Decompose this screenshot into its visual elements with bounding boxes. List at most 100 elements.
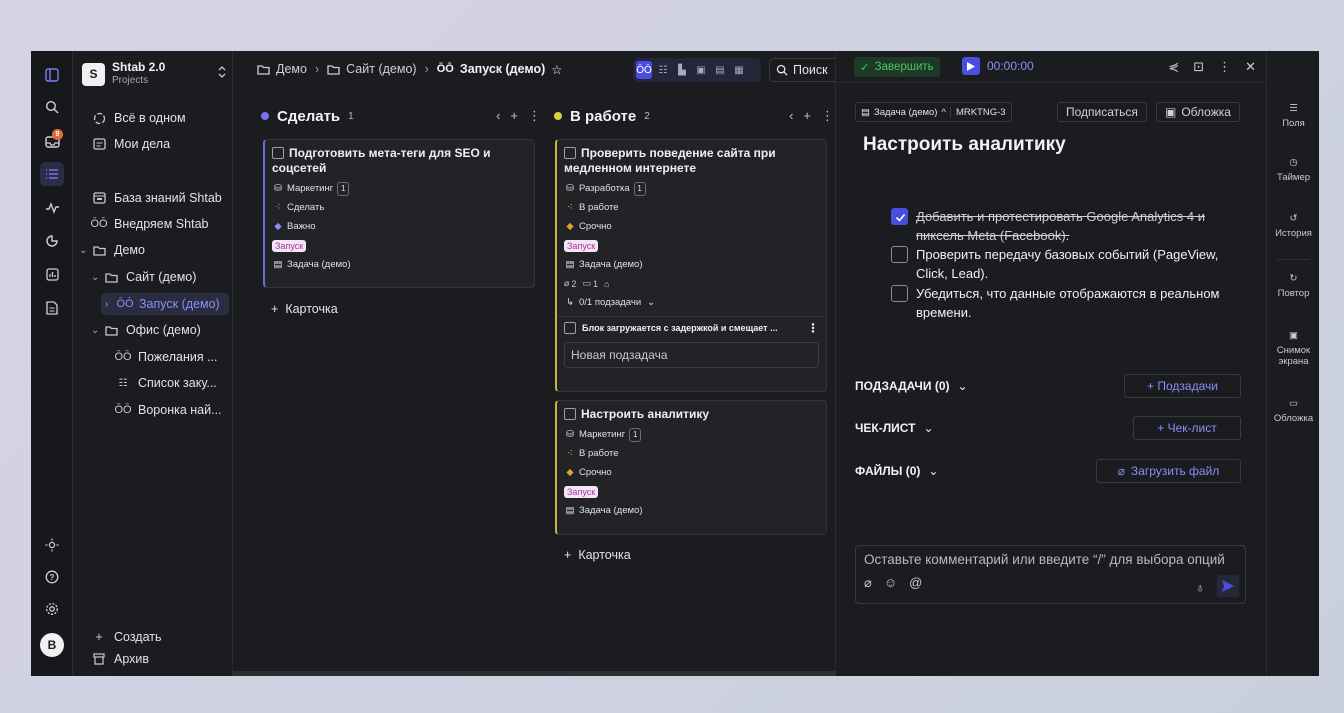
task-card[interactable]: Настроить аналитику ⛁ Маркетинг 1 ⁖ В работ… xyxy=(555,400,827,535)
calendar-view-icon[interactable]: ▣ xyxy=(693,61,709,79)
activity-icon[interactable] xyxy=(40,196,64,220)
checkbox[interactable] xyxy=(564,147,576,159)
star-icon[interactable]: ☆ xyxy=(551,62,562,77)
play-button[interactable] xyxy=(962,57,980,75)
add-subtask-button[interactable]: + Подзадачи xyxy=(1124,374,1241,398)
breadcrumb-current[interactable]: ŌŌ Запуск (демо) ☆ xyxy=(437,62,563,77)
add-card-button[interactable]: + Карточка xyxy=(271,302,338,316)
microphone-icon[interactable]: ♁ xyxy=(1195,580,1205,595)
horizontal-scrollbar[interactable] xyxy=(233,671,836,676)
more-icon[interactable]: ⋮ xyxy=(821,108,834,124)
checklist-item[interactable]: Убедиться, что данные отображаются в реа… xyxy=(891,284,1221,322)
complete-button[interactable]: ✓ Завершить xyxy=(854,57,940,77)
task-card[interactable]: Подготовить мета-теги для SEO и соцсетей… xyxy=(263,139,535,288)
history-button[interactable]: ↺ История xyxy=(1267,213,1319,239)
list-view-icon[interactable]: ☷ xyxy=(655,61,671,79)
tasks-icon[interactable] xyxy=(40,162,64,186)
share-icon[interactable]: ⋞ xyxy=(1168,59,1179,75)
repeat-button[interactable]: ↻ Повтор xyxy=(1267,273,1319,299)
send-button[interactable] xyxy=(1217,575,1239,597)
sidebar-item-purchases[interactable]: ☷ Список заку... xyxy=(115,372,217,394)
table-view-icon[interactable]: ▤ xyxy=(712,61,728,79)
help-icon[interactable]: ? xyxy=(40,565,64,589)
sidebar-item-demo[interactable]: ⌄ Демо xyxy=(79,239,145,261)
sidebar-item-wishes[interactable]: ŌŌ Пожелания ... xyxy=(114,346,217,368)
inbox-badge: 9 xyxy=(52,129,63,140)
workspace-switcher[interactable]: S Shtab 2.0 Projects xyxy=(82,59,226,89)
checkbox[interactable] xyxy=(564,408,576,420)
add-icon[interactable]: + xyxy=(510,108,518,124)
cover-tool-button[interactable]: ▭ Обложка xyxy=(1267,398,1319,424)
files-header[interactable]: ФАЙЛЫ (0) ⌄ xyxy=(855,464,938,478)
checklist-item[interactable]: Добавить и протестировать Google Analyti… xyxy=(891,207,1221,245)
add-card-label: Карточка xyxy=(578,548,631,562)
timer-button[interactable]: ◷ Таймер xyxy=(1267,157,1319,183)
archive-button[interactable]: Архив xyxy=(91,648,149,670)
more-icon[interactable]: ⋮ xyxy=(1218,59,1231,75)
attachment-icon[interactable]: ⌀ xyxy=(864,575,872,591)
list-icon: ☷ xyxy=(118,377,128,389)
card-type: Задача (демо) xyxy=(579,505,643,516)
kanban-view-icon[interactable]: ŌŌ xyxy=(636,61,652,79)
collapse-icon[interactable]: ‹ xyxy=(789,108,793,124)
document-icon[interactable] xyxy=(40,296,64,320)
subtasks-header[interactable]: ПОДЗАДАЧИ (0) ⌄ xyxy=(855,379,968,393)
settings-icon[interactable] xyxy=(40,597,64,621)
sidebar-item-kb[interactable]: База знаний Shtab xyxy=(91,187,222,209)
more-icon[interactable]: ⋮ xyxy=(528,108,541,124)
emoji-icon[interactable]: ☺ xyxy=(884,575,897,591)
card-type: Задача (демо) xyxy=(579,259,643,270)
sidebar-item-all[interactable]: Всё в одном xyxy=(91,107,186,129)
add-checklist-button[interactable]: + Чек-лист xyxy=(1133,416,1241,440)
mention-icon[interactable]: @ xyxy=(909,575,922,591)
sidebar-item-impl[interactable]: ŌŌ Внедряем Shtab xyxy=(90,213,208,235)
add-card-button[interactable]: + Карточка xyxy=(564,548,631,562)
close-icon[interactable]: ✕ xyxy=(1245,59,1256,75)
comment-input[interactable]: Оставьте комментарий или введите “/” для… xyxy=(855,545,1246,604)
priority-icon: ◆ xyxy=(274,221,282,232)
task-title[interactable]: Настроить аналитику xyxy=(863,134,1066,156)
cover-icon: ▭ xyxy=(1289,398,1298,409)
add-icon[interactable]: + xyxy=(803,108,811,124)
breadcrumb-item[interactable]: Демо xyxy=(257,62,307,76)
card-title: Проверить поведение сайта при медленном … xyxy=(564,146,776,175)
sidebar-item-launch[interactable]: › ŌŌ Запуск (демо) xyxy=(101,293,229,315)
checkbox[interactable] xyxy=(891,285,908,302)
subscribe-button[interactable]: Подписаться xyxy=(1057,102,1147,122)
sidebar-item-funnel[interactable]: ŌŌ Воронка най... xyxy=(114,399,221,421)
subtask-row[interactable]: Блок загружается с задержкой и смещает .… xyxy=(557,316,826,338)
gantt-view-icon[interactable]: ▙ xyxy=(674,61,690,79)
chart-icon[interactable] xyxy=(40,229,64,253)
collapse-icon[interactable]: ‹ xyxy=(496,108,500,124)
screenshot-button[interactable]: ▣ Снимок экрана xyxy=(1267,330,1319,367)
panel-toggle-icon[interactable] xyxy=(40,63,64,87)
checklist-header[interactable]: ЧЕК-ЛИСТ ⌄ xyxy=(855,421,934,435)
column-title: Сделать xyxy=(277,107,341,125)
sidebar-item-my[interactable]: Мои дела xyxy=(91,133,170,155)
breadcrumb-item[interactable]: Сайт (демо) xyxy=(327,62,417,76)
checklist-item[interactable]: Проверить передачу базовых событий (Page… xyxy=(891,245,1221,283)
task-type-chip[interactable]: ▤ Задача (демо) ^ MRKTNG-3 xyxy=(855,102,1012,122)
user-avatar[interactable]: B xyxy=(40,633,64,657)
task-card[interactable]: Проверить поведение сайта при медленном … xyxy=(555,139,827,392)
checkbox[interactable] xyxy=(564,321,576,334)
sidebar-item-office[interactable]: ⌄ Офис (демо) xyxy=(91,319,201,341)
expand-icon[interactable]: ⊡ xyxy=(1193,59,1204,75)
checkbox[interactable] xyxy=(891,246,908,263)
reports-icon[interactable] xyxy=(40,262,64,286)
create-button[interactable]: + Создать xyxy=(91,626,161,648)
search-icon[interactable] xyxy=(40,95,64,119)
upload-file-button[interactable]: ⌀ Загрузить файл xyxy=(1096,459,1241,483)
subtasks-toggle[interactable]: ↳ 0/1 подзадачи ⌄ xyxy=(564,293,819,312)
search-box[interactable]: Поиск xyxy=(769,58,839,82)
checkbox[interactable] xyxy=(272,147,284,159)
new-subtask-input[interactable]: Новая подзадача xyxy=(564,342,819,368)
cover-button[interactable]: ▣ Обложка xyxy=(1156,102,1240,122)
sidebar-item-site[interactable]: ⌄ Сайт (демо) xyxy=(91,266,196,288)
checkbox[interactable] xyxy=(891,208,908,225)
grid-view-icon[interactable]: ▦ xyxy=(731,61,747,79)
more-icon[interactable]: ⋮ xyxy=(807,321,819,335)
fields-button[interactable]: ☰ Поля xyxy=(1267,103,1319,129)
inbox-icon[interactable]: 9 xyxy=(40,129,64,153)
theme-icon[interactable] xyxy=(40,533,64,557)
